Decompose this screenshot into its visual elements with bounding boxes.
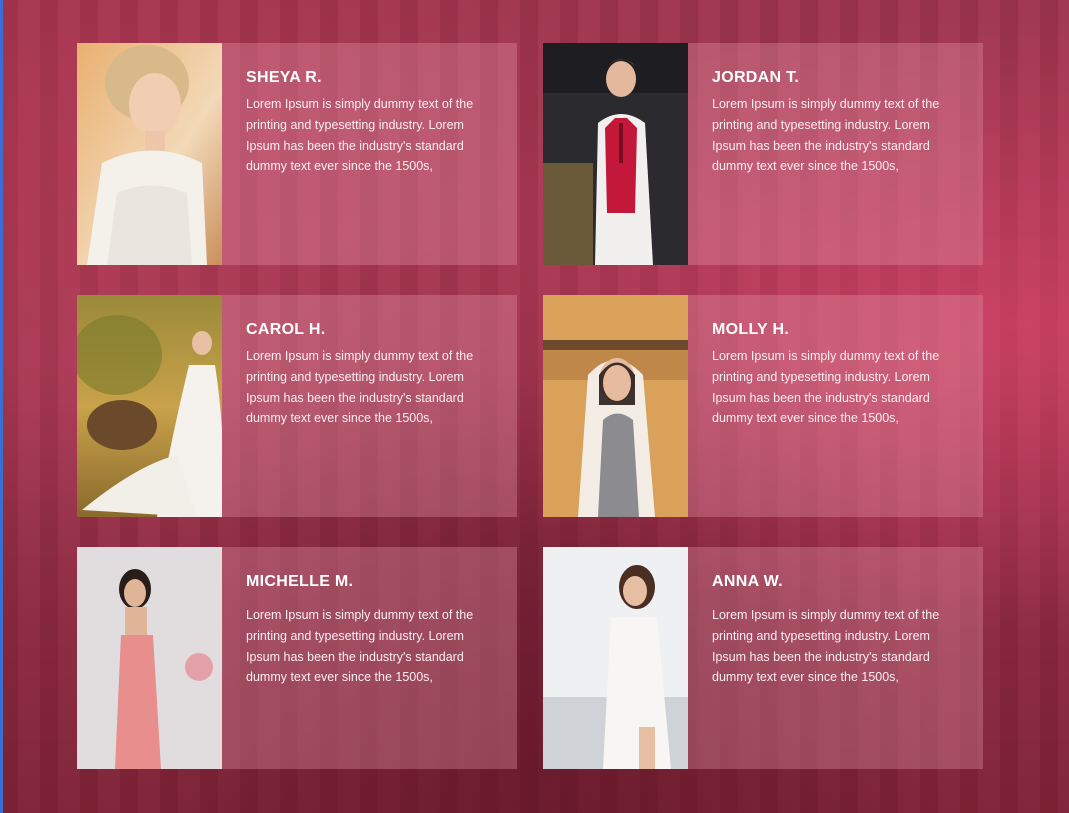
profile-card-jordan[interactable]: JORDAN T. Lorem Ipsum is simply dummy te… (543, 43, 983, 265)
profile-photo (77, 295, 222, 517)
profile-photo (77, 547, 222, 769)
profile-card-carol[interactable]: CAROL H. Lorem Ipsum is simply dummy tex… (77, 295, 517, 517)
profile-photo (77, 43, 222, 265)
profile-description: Lorem Ipsum is simply dummy text of the … (246, 97, 474, 174)
profile-description: Lorem Ipsum is simply dummy text of the … (712, 608, 940, 685)
profile-name: MICHELLE M. (246, 573, 354, 590)
profile-card-sheya[interactable]: SHEYA R. Lorem Ipsum is simply dummy tex… (77, 43, 517, 265)
window-edge (0, 0, 3, 813)
profile-grid: SHEYA R. Lorem Ipsum is simply dummy tex… (77, 43, 983, 769)
profile-name: MOLLY H. (712, 321, 790, 338)
profile-description: Lorem Ipsum is simply dummy text of the … (712, 349, 940, 426)
profile-name: ANNA W. (712, 573, 783, 590)
profile-card-michelle[interactable]: MICHELLE M. Lorem Ipsum is simply dummy … (77, 547, 517, 769)
profile-card-anna[interactable]: ANNA W. Lorem Ipsum is simply dummy text… (543, 547, 983, 769)
profile-description: Lorem Ipsum is simply dummy text of the … (246, 349, 474, 426)
profile-photo (543, 43, 688, 265)
profile-photo (543, 547, 688, 769)
profile-name: CAROL H. (246, 321, 326, 338)
profile-name: JORDAN T. (712, 69, 800, 86)
profile-description: Lorem Ipsum is simply dummy text of the … (712, 97, 940, 174)
profile-name: SHEYA R. (246, 69, 322, 86)
profile-description: Lorem Ipsum is simply dummy text of the … (246, 608, 474, 685)
profile-photo (543, 295, 688, 517)
profile-card-molly[interactable]: MOLLY H. Lorem Ipsum is simply dummy tex… (543, 295, 983, 517)
